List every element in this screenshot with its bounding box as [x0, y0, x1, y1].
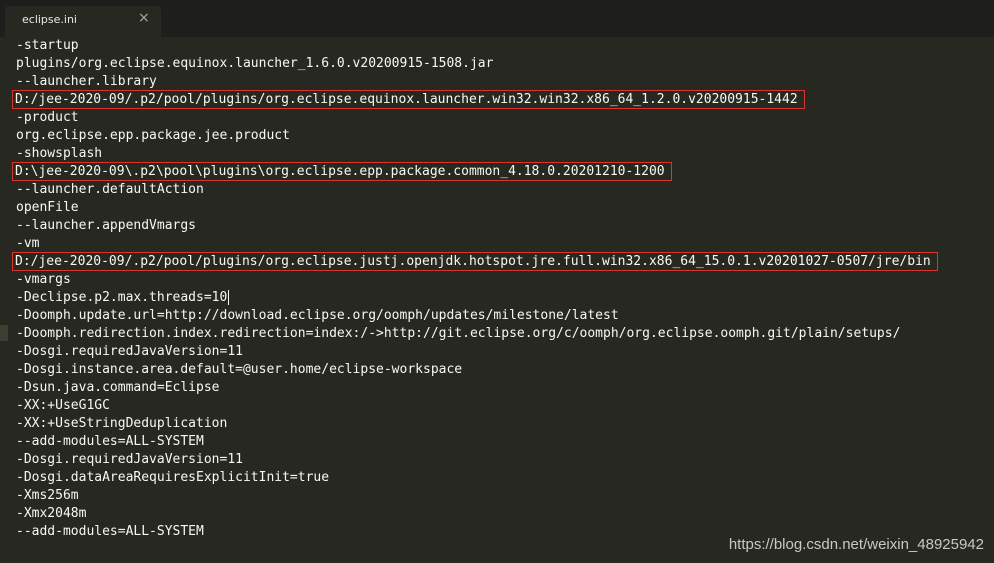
line-text: -showsplash [16, 146, 103, 161]
editor-line[interactable]: -vm [16, 235, 937, 253]
editor-line[interactable]: -showsplash [16, 145, 937, 163]
editor-line[interactable]: -Doomph.redirection.index.redirection=in… [16, 325, 937, 343]
line-text: org.eclipse.epp.package.jee.product [16, 128, 290, 143]
line-text: --launcher.appendVmargs [16, 218, 197, 233]
line-text: -Declipse.p2.max.threads=10 [16, 290, 228, 305]
editor-line[interactable]: -product [16, 109, 937, 127]
line-text: -XX:+UseStringDeduplication [16, 416, 228, 431]
line-text: -product [16, 110, 79, 125]
text-cursor [228, 290, 230, 305]
line-text: -XX:+UseG1GC [16, 398, 110, 413]
line-text: -Dosgi.dataAreaRequiresExplicitInit=true [16, 470, 330, 485]
line-text: -vm [16, 236, 40, 251]
editor-line[interactable]: -Dsun.java.command=Eclipse [16, 379, 937, 397]
editor-line[interactable]: plugins/org.eclipse.equinox.launcher_1.6… [16, 55, 937, 73]
line-text: --launcher.defaultAction [16, 182, 204, 197]
editor-line[interactable]: -Doomph.update.url=http://download.eclip… [16, 307, 937, 325]
line-text: --launcher.library [16, 74, 157, 89]
editor-line[interactable]: -vmargs [16, 271, 937, 289]
editor-line[interactable]: D:\jee-2020-09\.p2\pool\plugins\org.ecli… [12, 162, 937, 181]
line-text: -Dosgi.instance.area.default=@user.home/… [16, 362, 463, 377]
highlighted-path-text: D:/jee-2020-09/.p2/pool/plugins/org.ecli… [12, 90, 805, 109]
editor-line[interactable]: openFile [16, 199, 937, 217]
editor-line[interactable]: D:/jee-2020-09/.p2/pool/plugins/org.ecli… [12, 252, 938, 271]
tab-label: eclipse.ini [22, 13, 77, 26]
watermark: https://blog.csdn.net/weixin_48925942 [728, 536, 984, 553]
editor-line[interactable]: -Declipse.p2.max.threads=10 [16, 289, 937, 307]
line-text: -Xmx2048m [16, 506, 87, 521]
close-icon[interactable]: × [138, 10, 150, 26]
editor-line[interactable]: --launcher.library [16, 73, 937, 91]
editor-line[interactable]: D:/jee-2020-09/.p2/pool/plugins/org.ecli… [12, 90, 937, 109]
editor-line[interactable]: -Xmx2048m [16, 505, 937, 523]
editor-line[interactable]: -Dosgi.requiredJavaVersion=11 [16, 343, 937, 361]
tab-bar: eclipse.ini × [0, 0, 994, 37]
line-text: -startup [16, 38, 79, 53]
line-text: -Dosgi.requiredJavaVersion=11 [16, 452, 243, 467]
editor-line[interactable]: --add-modules=ALL-SYSTEM [16, 433, 937, 451]
line-text: -Xms256m [16, 488, 79, 503]
line-text: openFile [16, 200, 79, 215]
tab-eclipse-ini[interactable]: eclipse.ini × [5, 6, 161, 37]
line-text: --add-modules=ALL-SYSTEM [16, 524, 204, 539]
line-text: --add-modules=ALL-SYSTEM [16, 434, 204, 449]
editor-lines: -startup plugins/org.eclipse.equinox.laun… [12, 37, 938, 541]
highlighted-path-text: D:\jee-2020-09\.p2\pool\plugins\org.ecli… [12, 162, 672, 181]
editor-line[interactable]: -Dosgi.requiredJavaVersion=11 [16, 451, 937, 469]
editor-line[interactable]: org.eclipse.epp.package.jee.product [16, 127, 937, 145]
editor-line[interactable]: --launcher.appendVmargs [16, 217, 937, 235]
editor-line[interactable]: -XX:+UseStringDeduplication [16, 415, 937, 433]
text-editor[interactable]: -startup plugins/org.eclipse.equinox.laun… [0, 37, 994, 563]
line-text: -Doomph.update.url=http://download.eclip… [16, 308, 619, 323]
highlighted-path-text: D:/jee-2020-09/.p2/pool/plugins/org.ecli… [12, 252, 938, 271]
line-text: -vmargs [16, 272, 71, 287]
editor-line[interactable]: -Dosgi.instance.area.default=@user.home/… [16, 361, 937, 379]
editor-line[interactable]: --launcher.defaultAction [16, 181, 937, 199]
editor-line[interactable]: -XX:+UseG1GC [16, 397, 937, 415]
line-text: -Doomph.redirection.index.redirection=in… [16, 326, 901, 341]
line-text: -Dsun.java.command=Eclipse [16, 380, 220, 395]
editor-line[interactable]: -Xms256m [16, 487, 937, 505]
line-text: plugins/org.eclipse.equinox.launcher_1.6… [16, 56, 494, 71]
editor-line[interactable]: -Dosgi.dataAreaRequiresExplicitInit=true [16, 469, 937, 487]
line-text: -Dosgi.requiredJavaVersion=11 [16, 344, 243, 359]
current-line-gutter-marker [0, 325, 8, 341]
editor-line[interactable]: -startup [16, 37, 937, 55]
